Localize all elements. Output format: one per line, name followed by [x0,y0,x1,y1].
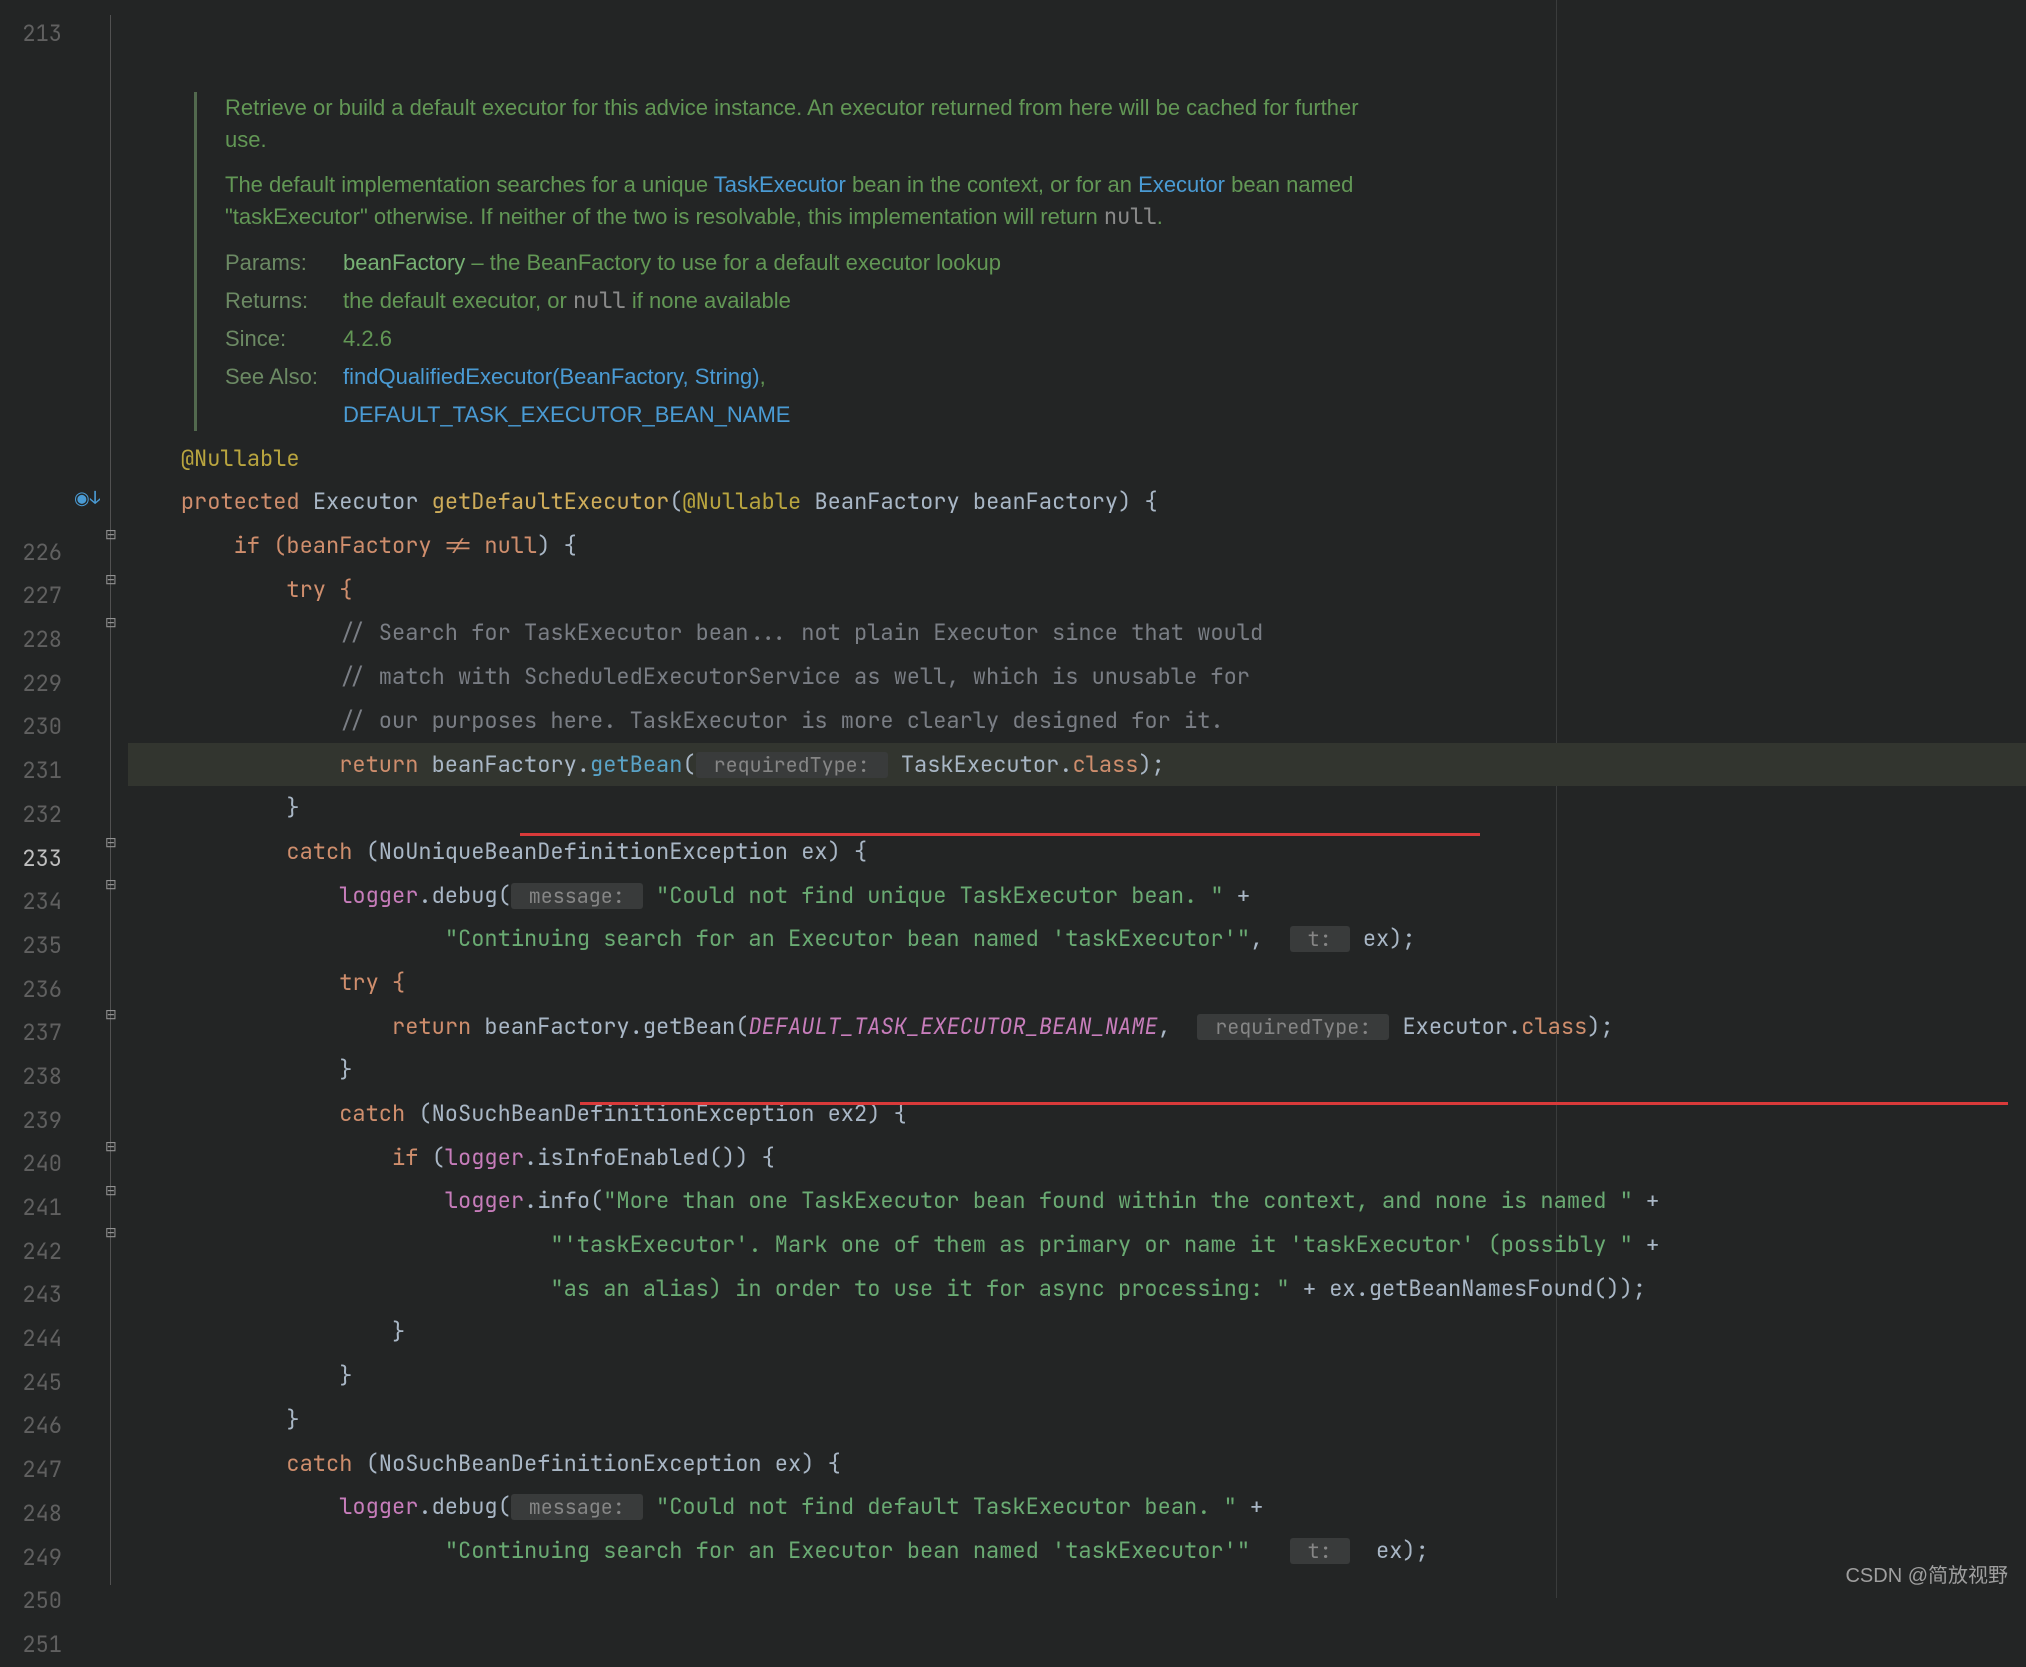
fold-handle-icon[interactable]: ⊟ [105,530,116,541]
doc-returns: Returns:the default executor, or null if… [225,285,1394,317]
code-line[interactable]: return beanFactory.getBean( requiredType… [128,743,2026,787]
code-line[interactable]: } [128,1398,2026,1442]
line-number: 247 [0,1448,72,1492]
code-line[interactable]: if (logger.isInfoEnabled()) { [128,1136,2026,1180]
line-number: 239 [0,1099,72,1143]
line-number: 227 [0,574,72,618]
doc-link[interactable]: TaskExecutor [714,172,846,197]
code-line[interactable]: } [128,1354,2026,1398]
line-number: 242 [0,1230,72,1274]
line-number: 235 [0,924,72,968]
code-line[interactable]: if (beanFactory != null) { [128,524,2026,568]
code-line[interactable]: "'taskExecutor'. Mark one of them as pri… [128,1223,2026,1267]
doc-link[interactable]: Executor [1138,172,1225,197]
fold-handle-icon[interactable]: ⊟ [105,1010,116,1021]
fold-handle-icon[interactable]: ⊟ [105,838,116,849]
fold-handle-icon[interactable]: ⊟ [105,575,116,586]
javadoc-popup: Retrieve or build a default executor for… [194,92,1424,431]
doc-seealso: See Also:findQualifiedExecutor(BeanFacto… [225,361,1394,393]
parameter-hint: requiredType: [1197,1014,1389,1040]
line-number: 229 [0,662,72,706]
code-line[interactable]: } [128,1310,2026,1354]
line-number: 251 [0,1623,72,1667]
doc-seealso: DEFAULT_TASK_EXECUTOR_BEAN_NAME [225,399,1394,431]
line-number: 250 [0,1579,72,1623]
line-number: 233 [0,837,72,881]
code-line[interactable]: } [128,1048,2026,1092]
line-number: 228 [0,618,72,662]
code-line[interactable]: catch (NoSuchBeanDefinitionException ex)… [128,1442,2026,1486]
line-number: 226 [0,531,72,575]
doc-description: The default implementation searches for … [225,169,1394,233]
line-number: 232 [0,793,72,837]
code-line[interactable]: logger.debug( message: "Could not find d… [128,1485,2026,1529]
fold-handle-icon[interactable]: ⊟ [105,880,116,891]
code-line[interactable]: "as an alias) in order to use it for asy… [128,1267,2026,1311]
line-number: 243 [0,1273,72,1317]
code-line[interactable]: } [128,786,2026,830]
line-number: 234 [0,880,72,924]
doc-link[interactable]: DEFAULT_TASK_EXECUTOR_BEAN_NAME [343,402,790,427]
parameter-hint: message: [511,883,643,909]
line-number: 213 [0,12,72,56]
line-number: 249 [0,1536,72,1580]
override-method-icon[interactable]: ◉↓ [74,487,101,510]
code-line[interactable]: return beanFactory.getBean(DEFAULT_TASK_… [128,1005,2026,1049]
doc-description: Retrieve or build a default executor for… [225,92,1394,156]
code-line[interactable]: // match with ScheduledExecutorService a… [128,655,2026,699]
line-number: 241 [0,1186,72,1230]
fold-handle-icon[interactable]: ⊟ [105,1228,116,1239]
code-line[interactable]: logger.debug( message: "Could not find u… [128,874,2026,918]
code-line[interactable]: @Nullable [128,437,2026,481]
fold-handle-icon[interactable]: ⊟ [105,1186,116,1197]
parameter-hint: message: [511,1494,643,1520]
code-line[interactable]: protected Executor getDefaultExecutor(@N… [128,480,2026,524]
line-number: 248 [0,1492,72,1536]
watermark-text: CSDN @简放视野 [1845,1559,2008,1588]
red-underline-highlight [520,833,1480,836]
code-line[interactable]: try { [128,568,2026,612]
code-line[interactable]: "Continuing search for an Executor bean … [128,917,2026,961]
line-number: 238 [0,1055,72,1099]
doc-params: Params:beanFactory – the BeanFactory to … [225,247,1394,279]
doc-link[interactable]: findQualifiedExecutor(BeanFactory, Strin… [343,364,760,389]
line-number: 240 [0,1142,72,1186]
code-line[interactable]: logger.info("More than one TaskExecutor … [128,1179,2026,1223]
code-content[interactable]: Retrieve or build a default executor for… [128,0,2026,1598]
code-line[interactable]: // Search for TaskExecutor bean... not p… [128,611,2026,655]
code-line[interactable]: "Continuing search for an Executor bean … [128,1529,2026,1573]
code-editor[interactable]: 213 226 227 228 229 230 231 232 233 234 … [0,0,2026,1598]
code-line[interactable]: // our purposes here. TaskExecutor is mo… [128,699,2026,743]
parameter-hint: requiredType: [696,752,888,778]
line-number: 236 [0,968,72,1012]
fold-handle-icon[interactable]: ⊟ [105,1142,116,1153]
code-line[interactable]: try { [128,961,2026,1005]
line-number: 244 [0,1317,72,1361]
line-number: 230 [0,705,72,749]
red-underline-highlight [580,1102,2008,1105]
code-line[interactable]: catch (NoSuchBeanDefinitionException ex2… [128,1092,2026,1136]
fold-handle-icon[interactable]: ⊟ [105,618,116,629]
doc-since: Since:4.2.6 [225,323,1394,355]
line-number: 231 [0,749,72,793]
gutter-icons: ◉↓ [72,0,100,1598]
parameter-hint: t: [1290,926,1350,952]
code-line[interactable]: catch (NoUniqueBeanDefinitionException e… [128,830,2026,874]
fold-gutter[interactable]: ⊟ ⊟ ⊟ ⊟ ⊟ ⊟ ⊟ ⊟ ⊟ [100,0,128,1598]
line-number-gutter: 213 226 227 228 229 230 231 232 233 234 … [0,0,72,1598]
line-number: 246 [0,1404,72,1448]
parameter-hint: t: [1290,1538,1350,1564]
line-number: 245 [0,1361,72,1405]
line-number: 237 [0,1011,72,1055]
